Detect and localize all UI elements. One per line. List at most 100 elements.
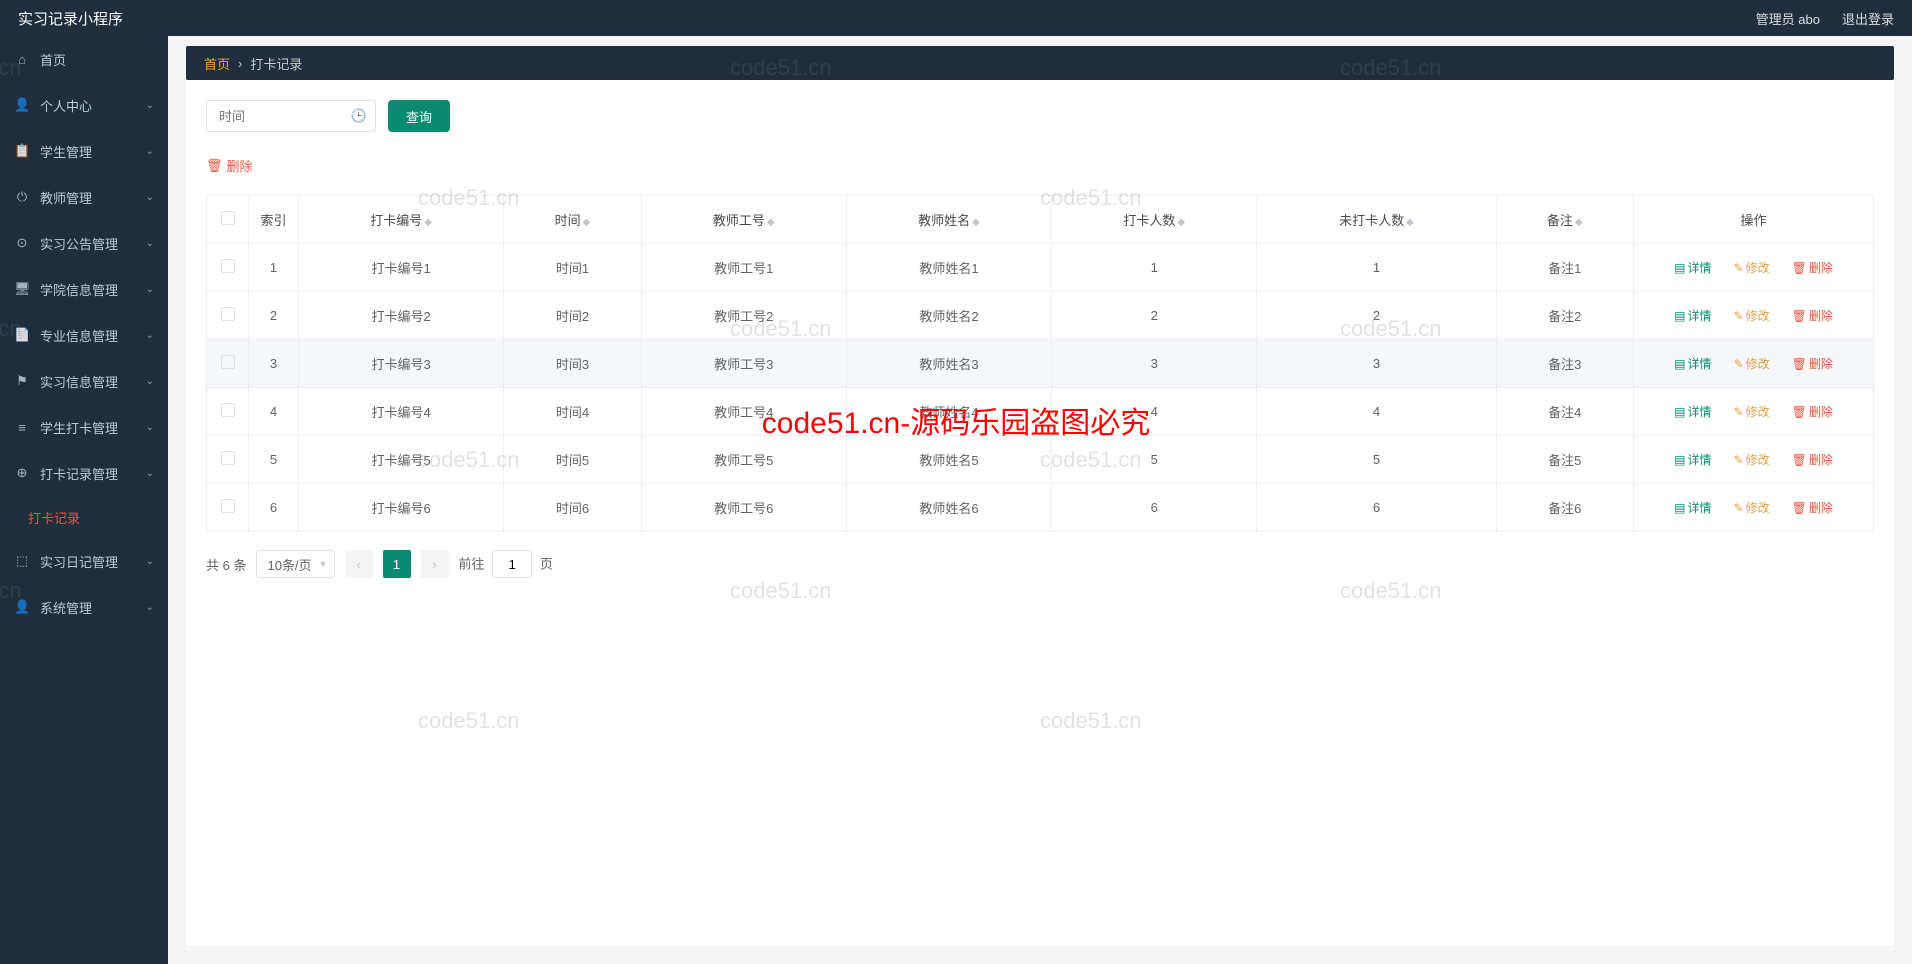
col-remark[interactable]: 备注◆	[1496, 196, 1634, 244]
sidebar-item-3[interactable]: ⊙实习公告管理⌄	[0, 220, 168, 266]
chevron-down-icon: ⌄	[146, 238, 154, 249]
logout-link[interactable]: 退出登录	[1842, 9, 1894, 28]
breadcrumb-sep: ›	[238, 56, 242, 71]
edit-button[interactable]: ✎ 修改	[1734, 499, 1770, 516]
col-count[interactable]: 打卡人数◆	[1052, 196, 1257, 244]
time-input-wrap[interactable]: 🕒	[206, 100, 376, 132]
cell-index: 6	[249, 484, 299, 532]
cell-index: 3	[249, 340, 299, 388]
sort-icon: ◆	[424, 218, 432, 228]
sidebar-item-4[interactable]: 🖥学院信息管理⌄	[0, 266, 168, 312]
time-input[interactable]	[219, 101, 347, 131]
delete-button[interactable]: 🗑 删除	[1792, 451, 1833, 468]
cell-time: 时间5	[504, 436, 641, 484]
delete-button[interactable]: 🗑 删除	[1792, 403, 1833, 420]
detail-button[interactable]: ▤ 详情	[1674, 307, 1711, 324]
chevron-down-icon: ⌄	[146, 146, 154, 157]
edit-button[interactable]: ✎ 修改	[1734, 355, 1770, 372]
col-teacher-name[interactable]: 教师姓名◆	[846, 196, 1051, 244]
sort-icon: ◆	[583, 218, 591, 228]
sort-icon: ◆	[1406, 218, 1414, 228]
goto-input[interactable]	[492, 550, 532, 578]
sidebar-sub-active[interactable]: 打卡记录	[0, 496, 168, 538]
sidebar-item-7[interactable]: ≡ 学生打卡管理 ⌄	[0, 404, 168, 450]
edit-button[interactable]: ✎ 修改	[1734, 451, 1770, 468]
col-time[interactable]: 时间◆	[504, 196, 641, 244]
edit-button[interactable]: ✎ 修改	[1734, 403, 1770, 420]
row-checkbox[interactable]	[221, 307, 235, 321]
menu-label: 教师管理	[40, 188, 92, 207]
detail-button[interactable]: ▤ 详情	[1674, 355, 1711, 372]
cell-remark: 备注6	[1496, 484, 1634, 532]
checkbox-all[interactable]	[221, 211, 235, 225]
sidebar-item-8[interactable]: ⊕打卡记录管理⌄	[0, 450, 168, 496]
query-button[interactable]: 查询	[388, 100, 450, 132]
prev-page-button[interactable]: ‹	[345, 550, 373, 578]
app-title: 实习记录小程序	[18, 8, 123, 29]
top-header: 实习记录小程序 管理员 abo 退出登录	[0, 0, 1912, 36]
row-checkbox[interactable]	[221, 403, 235, 417]
trash-icon: 🗑	[1792, 357, 1807, 371]
pencil-icon: ✎	[1734, 405, 1744, 419]
chevron-down-icon: ⌄	[146, 422, 154, 433]
sort-icon: ◆	[1575, 218, 1583, 228]
sidebar-item-0[interactable]: 👤个人中心⌄	[0, 82, 168, 128]
cell-index: 4	[249, 388, 299, 436]
batch-delete-button[interactable]: 🗑 删除	[206, 156, 253, 175]
chevron-down-icon: ⌄	[146, 468, 154, 479]
sidebar-tail-0[interactable]: ⬚实习日记管理⌄	[0, 538, 168, 584]
cell-absent: 3	[1257, 340, 1496, 388]
menu-icon: 📋	[14, 143, 30, 159]
menu-icon: 📄	[14, 327, 30, 343]
col-card-no[interactable]: 打卡编号◆	[299, 196, 504, 244]
next-page-button[interactable]: ›	[421, 550, 449, 578]
page-1-button[interactable]: 1	[383, 550, 411, 578]
delete-button[interactable]: 🗑 删除	[1792, 259, 1833, 276]
delete-button[interactable]: 🗑 删除	[1792, 355, 1833, 372]
delete-button[interactable]: 🗑 删除	[1792, 307, 1833, 324]
detail-button[interactable]: ▤ 详情	[1674, 259, 1711, 276]
page-size-select[interactable]: 10条/页 ▼	[256, 550, 334, 578]
menu-label: 打卡记录管理	[40, 464, 118, 483]
chevron-down-icon: ▼	[319, 559, 328, 569]
doc-icon: ▤	[1674, 357, 1685, 371]
doc-icon: ▤	[1674, 309, 1685, 323]
cell-teacher-id: 教师工号5	[641, 436, 846, 484]
table-row: 3打卡编号3时间3教师工号3教师姓名333备注3▤ 详情✎ 修改🗑 删除	[207, 340, 1874, 388]
cell-teacher-name: 教师姓名3	[846, 340, 1051, 388]
row-checkbox[interactable]	[221, 259, 235, 273]
sidebar-tail-1[interactable]: 👤系统管理⌄	[0, 584, 168, 630]
row-checkbox[interactable]	[221, 451, 235, 465]
cell-count: 2	[1052, 292, 1257, 340]
cell-count: 4	[1052, 388, 1257, 436]
breadcrumb-home[interactable]: 首页	[204, 54, 230, 73]
sidebar-item-1[interactable]: 📋学生管理⌄	[0, 128, 168, 174]
row-checkbox[interactable]	[221, 499, 235, 513]
admin-label[interactable]: 管理员 abo	[1756, 9, 1820, 28]
sidebar-item-2[interactable]: ⏻教师管理⌄	[0, 174, 168, 220]
menu-label: 学院信息管理	[40, 280, 118, 299]
cell-time: 时间2	[504, 292, 641, 340]
edit-button[interactable]: ✎ 修改	[1734, 307, 1770, 324]
cell-teacher-name: 教师姓名5	[846, 436, 1051, 484]
col-absent[interactable]: 未打卡人数◆	[1257, 196, 1496, 244]
row-checkbox[interactable]	[221, 355, 235, 369]
cell-card-no: 打卡编号6	[299, 484, 504, 532]
cell-card-no: 打卡编号4	[299, 388, 504, 436]
detail-button[interactable]: ▤ 详情	[1674, 403, 1711, 420]
sidebar-item-5[interactable]: 📄专业信息管理⌄	[0, 312, 168, 358]
menu-icon: ≡	[14, 420, 30, 435]
col-index: 索引	[249, 196, 299, 244]
delete-button[interactable]: 🗑 删除	[1792, 499, 1833, 516]
cell-card-no: 打卡编号2	[299, 292, 504, 340]
sidebar-item-6[interactable]: ⚑实习信息管理⌄	[0, 358, 168, 404]
edit-button[interactable]: ✎ 修改	[1734, 259, 1770, 276]
detail-button[interactable]: ▤ 详情	[1674, 499, 1711, 516]
menu-label: 学生打卡管理	[40, 418, 118, 437]
chevron-down-icon: ⌄	[146, 100, 154, 111]
col-teacher-id[interactable]: 教师工号◆	[641, 196, 846, 244]
doc-icon: ▤	[1674, 405, 1685, 419]
sidebar-home[interactable]: ⌂ 首页	[0, 36, 168, 82]
detail-button[interactable]: ▤ 详情	[1674, 451, 1711, 468]
chevron-down-icon: ⌄	[146, 192, 154, 203]
